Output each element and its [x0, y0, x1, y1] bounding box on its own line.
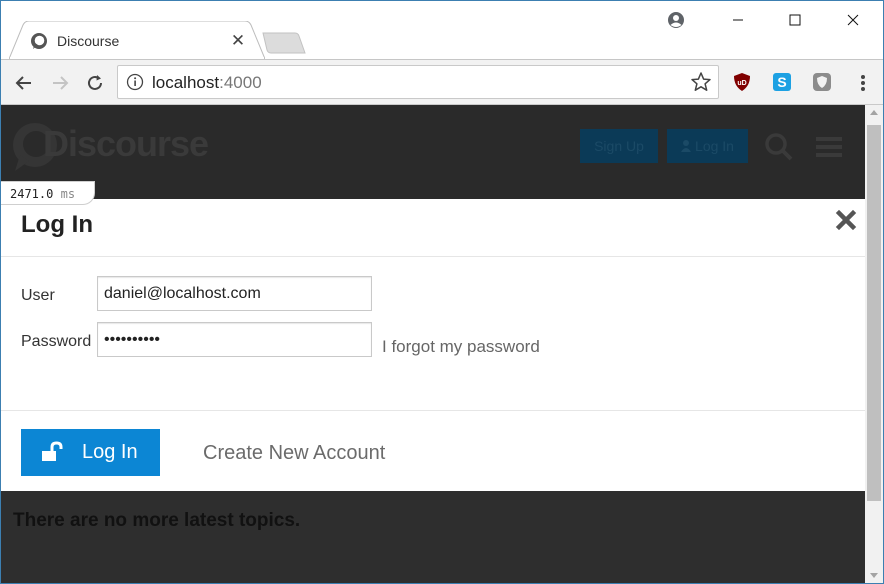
login-modal: Log In User Password I forgot my passwor…	[1, 199, 865, 491]
tab-title: Discourse	[57, 33, 120, 49]
bookmark-star-icon[interactable]	[690, 71, 712, 93]
site-header: Discourse Sign Up Log In	[1, 105, 865, 199]
profile-icon[interactable]	[661, 9, 691, 31]
login-button[interactable]: Log In	[21, 429, 160, 476]
login-button-label: Log In	[82, 441, 138, 463]
close-window-icon[interactable]	[838, 9, 868, 31]
maximize-icon[interactable]	[780, 9, 810, 31]
user-input[interactable]	[97, 276, 372, 311]
close-icon[interactable]	[835, 209, 857, 231]
modal-footer-divider	[1, 410, 865, 411]
back-arrow-icon[interactable]	[11, 70, 37, 96]
forward-arrow-icon[interactable]	[47, 70, 73, 96]
scroll-down-arrow-icon[interactable]	[870, 573, 878, 578]
new-tab-button[interactable]	[261, 31, 307, 55]
signup-button[interactable]: Sign Up	[580, 129, 658, 163]
page-content: Discourse Sign Up Log In 2471.0 ms Log I…	[1, 105, 865, 583]
forgot-password-link[interactable]: I forgot my password	[382, 337, 540, 357]
minimize-icon[interactable]	[723, 9, 753, 31]
timing-badge[interactable]: 2471.0 ms	[1, 181, 95, 205]
timing-value: 2471.0	[10, 187, 54, 201]
url-text: localhost:4000	[152, 73, 262, 93]
scroll-up-arrow-icon[interactable]	[870, 110, 878, 115]
discourse-favicon-icon	[31, 33, 47, 49]
modal-title: Log In	[21, 211, 93, 238]
timing-unit: ms	[60, 187, 76, 201]
password-input[interactable]	[97, 322, 372, 357]
tab-strip: Discourse ✕	[1, 1, 883, 59]
info-icon[interactable]	[126, 73, 144, 91]
site-logo-text[interactable]: Discourse	[43, 123, 209, 165]
unlock-icon	[42, 441, 63, 461]
tab-close-icon[interactable]: ✕	[229, 31, 247, 51]
create-account-link[interactable]: Create New Account	[203, 442, 385, 465]
address-bar[interactable]: localhost:4000	[117, 65, 719, 99]
reload-icon[interactable]	[82, 70, 108, 96]
password-label: Password	[21, 333, 92, 350]
search-icon[interactable]	[763, 131, 795, 163]
header-login-label: Log In	[695, 138, 734, 154]
empty-topics-message: There are no more latest topics.	[13, 510, 301, 531]
browser-window: Discourse ✕ localhost:4000 uD S Discours…	[0, 0, 884, 584]
page-scrollbar[interactable]	[865, 105, 883, 583]
shield-extension-icon[interactable]	[812, 72, 832, 92]
user-icon	[681, 140, 692, 152]
ublock-extension-icon[interactable]: uD	[732, 72, 752, 92]
browser-toolbar: localhost:4000 uD S	[1, 59, 883, 105]
scroll-thumb[interactable]	[867, 125, 881, 501]
svg-text:S: S	[777, 74, 786, 90]
skype-extension-icon[interactable]: S	[772, 72, 792, 92]
url-port: :4000	[219, 73, 262, 92]
header-login-button[interactable]: Log In	[667, 129, 748, 163]
user-label: User	[21, 287, 55, 304]
browser-menu-icon[interactable]	[850, 70, 876, 96]
svg-text:uD: uD	[737, 80, 746, 87]
hamburger-menu-icon[interactable]	[813, 131, 845, 163]
modal-header-divider	[1, 256, 865, 257]
url-host: localhost	[152, 73, 220, 92]
